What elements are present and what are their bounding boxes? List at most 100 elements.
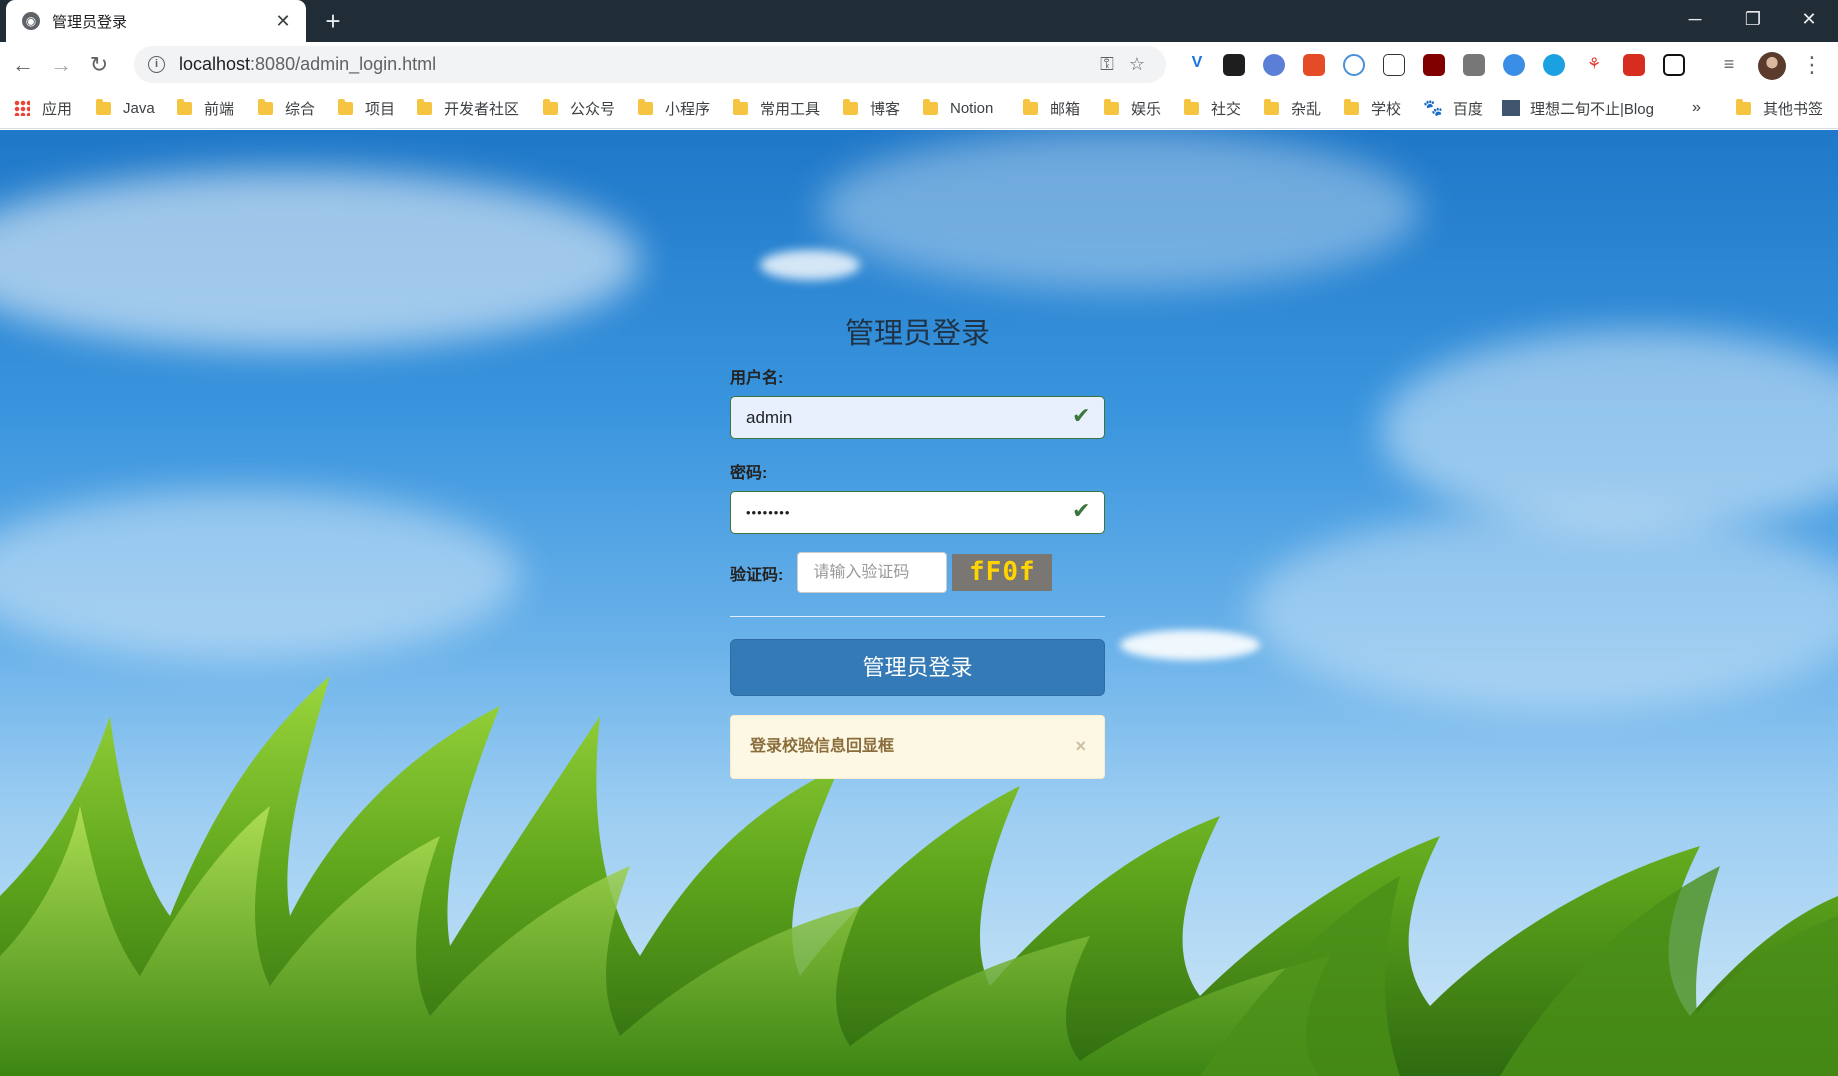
extension-moon-icon[interactable] [1343, 54, 1365, 76]
cloud [0, 490, 520, 660]
apps-icon [14, 100, 30, 116]
folder-icon [1184, 98, 1199, 115]
tab-close-icon[interactable]: ✕ [272, 11, 294, 32]
extension-fe-icon[interactable] [1303, 54, 1325, 76]
extension-v-icon[interactable]: V [1186, 54, 1208, 76]
star-icon[interactable]: ☆ [1122, 54, 1152, 75]
bookmark-official-accounts[interactable]: 公众号 [543, 87, 615, 129]
password-input[interactable]: •••••••• ✔ [730, 491, 1105, 534]
folder-icon [1264, 98, 1279, 115]
bookmark-java[interactable]: Java [96, 87, 155, 129]
page-background: 管理员登录 用户名: admin ✔ 密码: •••••••• ✔ 验证码: 请… [0, 130, 1838, 1076]
folder-icon [733, 98, 748, 115]
info-icon[interactable]: i [148, 56, 165, 73]
alert-message: 登录校验信息回显框 [750, 738, 895, 755]
checkmark-icon: ✔ [1072, 403, 1091, 428]
captcha-input[interactable]: 请输入验证码 [797, 552, 948, 593]
extension-notion-icon[interactable] [1663, 54, 1685, 76]
bookmark-baidu[interactable]: 🐾 百度 [1423, 87, 1483, 129]
username-input[interactable]: admin ✔ [730, 396, 1105, 439]
bookmark-label: Java [123, 99, 155, 117]
admin-login-button[interactable]: 管理员登录 [730, 639, 1105, 696]
forward-icon[interactable]: → [46, 50, 76, 80]
bookmark-label: 项目 [365, 100, 396, 118]
bookmark-apps[interactable]: 应用 [14, 87, 72, 129]
folder-icon [177, 98, 192, 115]
bookmark-label: 常用工具 [760, 100, 821, 118]
profile-avatar[interactable] [1758, 52, 1786, 80]
browser-tab[interactable]: ◉ 管理员登录 ✕ [6, 0, 306, 42]
minimize-button[interactable]: ─ [1666, 0, 1724, 42]
bookmark-tools[interactable]: 常用工具 [733, 87, 820, 129]
bookmark-blog[interactable]: 理想二旬不止|Blog [1502, 87, 1654, 129]
folder-icon [1104, 98, 1119, 115]
bookmark-misc[interactable]: 杂乱 [1264, 87, 1321, 129]
bookmarks-bar: 应用 Java 前端 综合 项目 开发者社区 公众号 小程序 常用工具 博客 N… [0, 87, 1838, 129]
bookmark-mini-program[interactable]: 小程序 [638, 87, 710, 129]
bookmarks-overflow-button[interactable]: » [1692, 87, 1701, 129]
globe-icon: ◉ [22, 12, 40, 30]
tab-title: 管理员登录 [52, 13, 128, 31]
bookmark-projects[interactable]: 项目 [338, 87, 395, 129]
extension-a-icon[interactable] [1383, 54, 1405, 76]
menu-icon[interactable]: ⋮ [1800, 50, 1824, 80]
bookmark-label: 娱乐 [1131, 100, 1162, 118]
captcha-label: 验证码: [730, 566, 784, 584]
extension-ublock-icon[interactable] [1423, 54, 1445, 76]
checkmark-icon: ✔ [1072, 498, 1091, 523]
bookmark-general[interactable]: 综合 [258, 87, 315, 129]
extension-globe-icon[interactable] [1503, 54, 1525, 76]
page-title: 管理员登录 [844, 316, 990, 350]
extension-graph-icon[interactable]: ⚘ [1583, 54, 1605, 76]
bookmark-social[interactable]: 社交 [1184, 87, 1241, 129]
new-tab-button[interactable]: + [318, 6, 348, 36]
username-value: admin [746, 408, 793, 427]
bookmark-label: 邮箱 [1050, 100, 1081, 118]
tab-strip: ◉ 管理员登录 ✕ + ─ ❐ ✕ [0, 0, 1838, 42]
reading-list-icon[interactable]: ≡ [1718, 54, 1740, 76]
bookmark-label: 理想二旬不止|Blog [1530, 100, 1654, 118]
bookmark-blogs[interactable]: 博客 [843, 87, 900, 129]
extension-m-icon[interactable] [1543, 54, 1565, 76]
reload-icon[interactable]: ↻ [84, 50, 114, 80]
folder-icon [1736, 98, 1751, 115]
password-label: 密码: [730, 465, 768, 482]
bookmark-label: 前端 [204, 100, 235, 118]
bookmark-school[interactable]: 学校 [1344, 87, 1401, 129]
alert-close-icon[interactable]: × [1075, 736, 1086, 757]
address-bar[interactable]: i localhost:8080/admin_login.html ⚿ ☆ [134, 46, 1166, 83]
validation-alert: 登录校验信息回显框 × [730, 715, 1105, 779]
bookmark-entertainment[interactable]: 娱乐 [1104, 87, 1161, 129]
extension-tampermonkey-icon[interactable] [1223, 54, 1245, 76]
bookmark-label: 应用 [42, 100, 73, 118]
bookmark-label: 百度 [1452, 100, 1483, 118]
key-icon[interactable]: ⚿ [1092, 54, 1122, 75]
bookmark-label: 开发者社区 [444, 100, 520, 118]
bookmark-dev-community[interactable]: 开发者社区 [417, 87, 519, 129]
bookmark-frontend[interactable]: 前端 [177, 87, 234, 129]
bookmark-label: 学校 [1371, 100, 1402, 118]
bookmark-mail[interactable]: 邮箱 [1023, 87, 1080, 129]
close-window-button[interactable]: ✕ [1780, 0, 1838, 42]
back-icon[interactable]: ← [8, 50, 38, 80]
other-bookmarks[interactable]: 其他书签 [1736, 87, 1823, 129]
url-text[interactable]: localhost:8080/admin_login.html [179, 54, 1092, 75]
url-host: localhost [179, 54, 251, 74]
extension-check-icon[interactable] [1263, 54, 1285, 76]
cloud [0, 170, 640, 350]
username-label: 用户名: [730, 370, 784, 387]
captcha-image[interactable]: fF0f [952, 554, 1053, 591]
folder-icon [96, 98, 111, 115]
extension-download-icon[interactable] [1463, 54, 1485, 76]
cloud [820, 130, 1420, 290]
extension-s-icon[interactable] [1623, 54, 1645, 76]
folder-icon [417, 98, 432, 115]
cloud [1380, 330, 1838, 530]
blog-icon [1502, 100, 1520, 116]
folder-icon [843, 98, 858, 115]
browser-toolbar: ← → ↻ i localhost:8080/admin_login.html … [0, 42, 1838, 87]
bookmark-label: 公众号 [570, 100, 616, 118]
bookmark-notion[interactable]: Notion [923, 87, 993, 129]
restore-button[interactable]: ❐ [1724, 0, 1782, 42]
bookmark-label: 其他书签 [1763, 100, 1824, 118]
